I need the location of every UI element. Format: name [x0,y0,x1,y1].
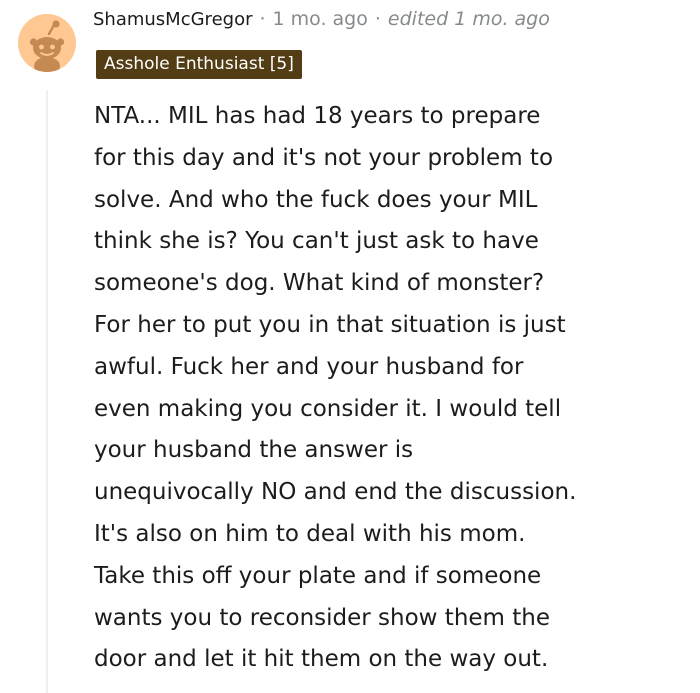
comment-body-line: wants you to reconsider show them the [94,604,551,631]
comment-body-line: solve. And who the fuck does your MIL [94,186,538,213]
thread-line[interactable] [46,90,48,693]
comment-body-line: someone's dog. What kind of monster? [94,270,545,297]
comment-body-line: NTA... MIL has had 18 years to prepare [94,103,541,129]
comment-header: ShamusMcGregor · 1 mo. ago · edited 1 mo… [93,8,550,30]
snoo-avatar-icon [18,14,76,72]
comment-body-line: think she is? You can't just ask to have [94,228,539,255]
user-flair: Asshole Enthusiast [5] [96,50,302,79]
comment-body-line: your husband the answer is [94,437,414,464]
comment-body-line: It's also on him to deal with his mom. [94,520,526,547]
comment-body-line: For her to put you in that situation is … [94,311,566,338]
comment-timestamp[interactable]: 1 mo. ago [273,8,368,30]
comment-body-line: unequivocally NO and end the discussion. [94,479,577,506]
comment: ShamusMcGregor · 1 mo. ago · edited 1 mo… [0,0,700,693]
comment-body-line: door and let it hit them on the way out. [94,646,549,673]
comment-body-line: awful. Fuck her and your husband for [94,353,524,380]
avatar[interactable] [18,14,76,72]
edited-timestamp: edited 1 mo. ago [387,8,550,30]
meta-separator: · [374,8,381,30]
meta-separator: · [259,8,266,30]
comment-body-line: Take this off your plate and if someone [94,562,542,589]
comment-body: NTA... MIL has had 18 years to prepare f… [94,96,690,681]
comment-body-line: for this day and it's not your problem t… [94,144,554,171]
comment-body-line: even making you consider it. I would tel… [94,395,562,422]
author-username[interactable]: ShamusMcGregor [93,9,252,30]
